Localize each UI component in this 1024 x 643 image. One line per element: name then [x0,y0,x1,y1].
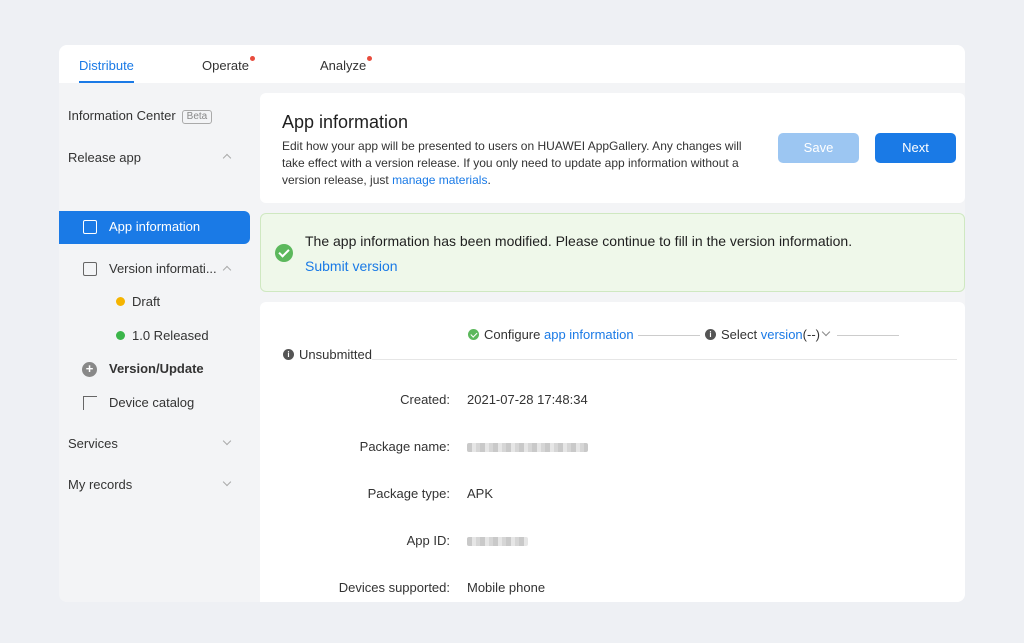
tab-operate[interactable]: Operate [202,56,255,83]
package-name-label: Package name: [359,439,450,454]
submit-version-link[interactable]: Submit version [305,258,398,274]
chevron-up-icon[interactable] [222,265,232,275]
devices-supported-label: Devices supported: [338,580,450,595]
sidebar-item-label: App information [109,219,201,234]
chevron-up-icon[interactable] [222,153,232,163]
step-connector [638,335,700,336]
notification-dot [367,56,373,61]
tab-distribute[interactable]: Distribute [79,58,134,83]
sidebar-item-version-update[interactable]: Version/Update [109,361,204,376]
version-info-icon [83,262,97,276]
sidebar-group-my-records[interactable]: My records [68,477,132,492]
device-catalog-icon [83,396,97,410]
top-navigation: Distribute Operate Analyze [59,45,965,83]
form-card: Configure app information i Select versi… [260,302,965,602]
add-circle-icon: + [82,362,97,377]
step-configure[interactable]: Configure app information [484,327,634,342]
divider [372,359,957,360]
notification-dot [249,56,255,61]
manage-materials-link[interactable]: manage materials [392,173,487,187]
sidebar-item-information-center[interactable]: Information Center Beta [68,108,213,124]
status-label: Unsubmitted [299,347,372,362]
app-info-icon [83,220,97,234]
sidebar-item-released[interactable]: 1.0 Released [132,328,209,343]
header-card: App information Edit how your app will b… [260,93,965,203]
package-type-value: APK [467,486,494,501]
beta-badge: Beta [181,109,213,124]
banner-message: The app information has been modified. P… [305,233,853,249]
page-description: Edit how your app will be presented to u… [282,139,742,187]
released-status-dot [116,331,125,340]
app-id-value-redacted [467,537,528,546]
devices-supported-value: Mobile phone [467,580,546,595]
step-select-version[interactable]: Select version(--) [721,327,820,342]
chevron-down-icon[interactable] [821,327,831,337]
success-banner: The app information has been modified. P… [260,213,965,292]
sidebar-group-services[interactable]: Services [68,436,118,451]
info-icon: i [283,349,294,360]
app-window: Distribute Operate Analyze Information C… [59,45,965,602]
sidebar-item-device-catalog[interactable]: Device catalog [109,395,194,410]
package-type-label: Package type: [367,486,450,501]
tab-analyze[interactable]: Analyze [320,56,373,83]
sidebar-item-version-information[interactable]: Version informati... [109,261,217,276]
draft-status-dot [116,297,125,306]
chevron-down-icon[interactable] [222,436,232,446]
sidebar-item-draft[interactable]: Draft [132,294,160,309]
sidebar-item-app-information[interactable]: App information [59,211,250,244]
package-name-value-redacted [467,443,588,452]
chevron-down-icon[interactable] [222,477,232,487]
next-button[interactable]: Next [875,133,956,163]
sidebar: Information Center Beta Release app App i… [59,83,259,602]
step-connector [837,335,899,336]
check-circle-icon [275,244,293,262]
save-button[interactable]: Save [778,133,859,163]
check-circle-icon [468,329,479,340]
created-value: 2021-07-28 17:48:34 [467,392,588,407]
created-label: Created: [400,392,450,407]
info-icon: i [705,329,716,340]
sidebar-group-release-app[interactable]: Release app [68,150,141,165]
page-title: App information [282,112,409,132]
app-id-label: App ID: [406,533,450,548]
